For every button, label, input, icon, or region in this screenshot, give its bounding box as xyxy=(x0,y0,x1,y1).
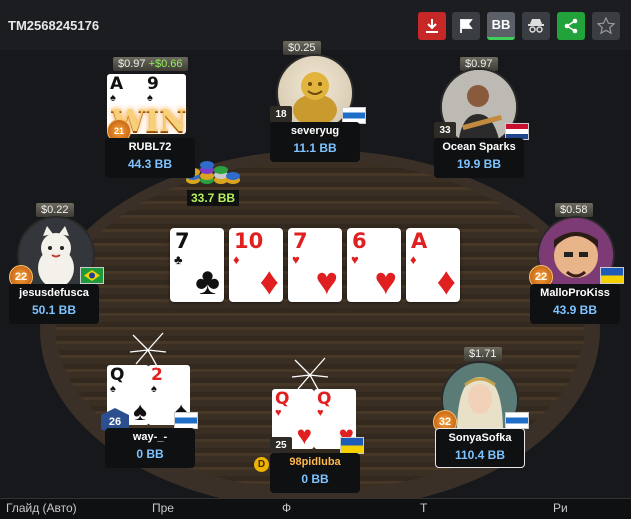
tab-river[interactable]: Ри xyxy=(553,501,568,515)
flag-pidluba xyxy=(340,437,364,454)
flag-sonya xyxy=(505,412,529,429)
bottom-tabs: Глайд (Авто) Пре Ф Т Ри xyxy=(0,498,631,519)
player-pidluba[interactable]: 98pidluba 0 BB xyxy=(270,453,360,493)
crack-effect-icon xyxy=(129,332,167,369)
player-way[interactable]: way-_- 0 BB xyxy=(105,428,195,468)
player-mallo[interactable]: MalloProKiss 43.9 BB xyxy=(530,284,620,324)
spy-icon xyxy=(528,19,544,33)
star-icon xyxy=(597,17,615,35)
pot-amount: 33.7 BB xyxy=(187,190,240,206)
level-badge-ocean: 33 xyxy=(434,122,456,138)
download-icon xyxy=(426,19,438,33)
bb-toggle-button[interactable]: BB xyxy=(487,12,515,40)
tab-preflop[interactable]: Пре xyxy=(152,501,174,515)
level-badge-pidluba: 25 xyxy=(270,437,292,453)
player-severyug[interactable]: severyug 11.1 BB xyxy=(270,122,360,162)
bet-jesus: $0.22 xyxy=(36,203,74,217)
bb-label: BB xyxy=(491,17,511,32)
tab-flop[interactable]: Ф xyxy=(282,501,291,515)
flag-way xyxy=(174,412,198,429)
board-card-5: A ♦ ♦ xyxy=(406,228,460,303)
flag-mallo xyxy=(600,267,624,284)
hand-id: TM2568245176 xyxy=(8,18,100,33)
bet-sonya: $1.71 xyxy=(464,347,502,361)
level-badge-severyug: 18 xyxy=(270,106,292,122)
dealer-button: D xyxy=(254,457,269,472)
tab-glide[interactable]: Глайд (Авто) xyxy=(6,501,77,515)
bet-mallo: $0.58 xyxy=(555,203,593,217)
flag-button[interactable] xyxy=(452,12,480,40)
player-jesus[interactable]: jesusdefusca 50.1 BB xyxy=(9,284,99,324)
crack-effect-icon xyxy=(291,357,329,394)
player-ocean[interactable]: Ocean Sparks 19.9 BB xyxy=(434,138,524,178)
board-card-1: 7 ♣ ♣ xyxy=(170,228,224,303)
flag-jesus xyxy=(80,267,104,284)
tab-turn[interactable]: Т xyxy=(420,501,427,515)
flag-icon xyxy=(460,19,473,33)
share-icon xyxy=(564,18,578,34)
share-button[interactable] xyxy=(557,12,585,40)
player-sonya[interactable]: SonyaSofka 110.4 BB xyxy=(435,428,525,468)
bet-rubl72: $0.97 +$0.66 xyxy=(113,57,188,71)
spy-button[interactable] xyxy=(522,12,550,40)
player-rubl72[interactable]: RUBL72 44.3 BB xyxy=(105,138,195,178)
favorite-button[interactable] xyxy=(592,12,620,40)
download-button[interactable] xyxy=(418,12,446,40)
board-card-3: 7 ♥ ♥ xyxy=(288,228,342,303)
bet-severyug: $0.25 xyxy=(283,41,321,55)
board-card-2: 10 ♦ ♦ xyxy=(229,228,283,303)
board-card-4: 6 ♥ ♥ xyxy=(347,228,401,303)
